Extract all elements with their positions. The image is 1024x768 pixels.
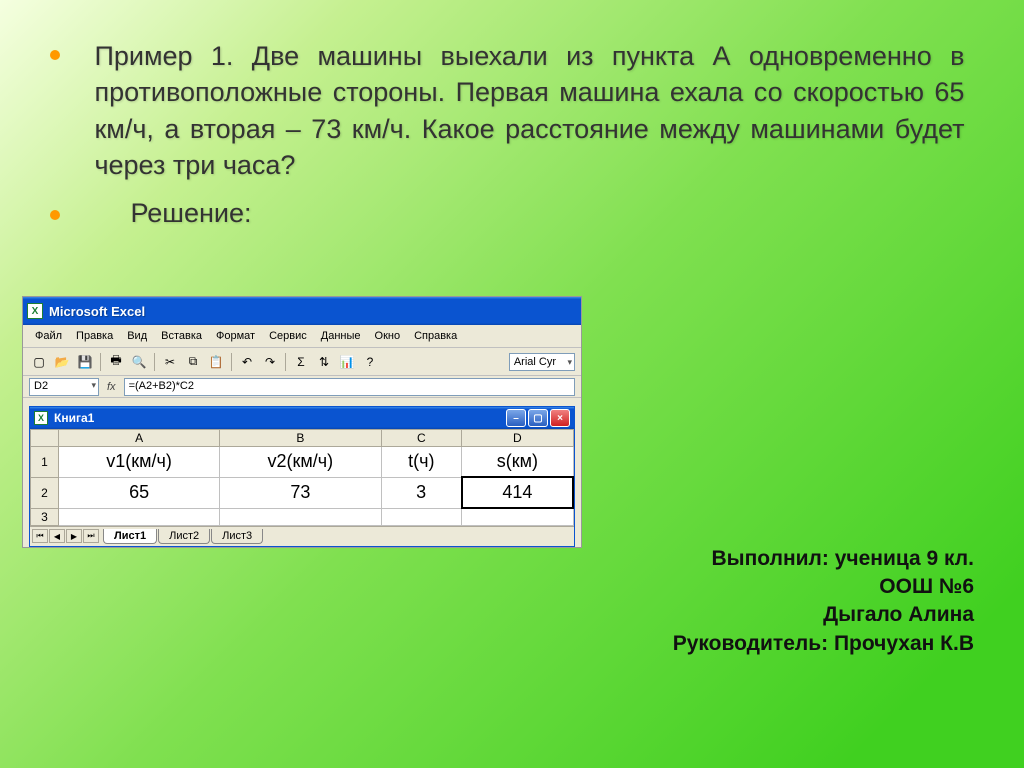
cell-A3[interactable] xyxy=(59,508,220,525)
menu-edit[interactable]: Правка xyxy=(70,328,119,344)
credits-block: Выполнил: ученица 9 кл. ООШ №6 Дыгало Ал… xyxy=(673,545,974,658)
cell-D2[interactable]: 414 xyxy=(462,477,573,508)
name-box[interactable]: D2 xyxy=(29,378,99,396)
workbook-window: X Книга1 – ▢ × A B C D 1 v1(км/ч) xyxy=(29,406,575,547)
tab-nav-first-icon[interactable]: ⏮ xyxy=(32,529,48,543)
cell-B1[interactable]: v2(км/ч) xyxy=(220,447,381,478)
fx-icon[interactable]: fx xyxy=(107,381,116,393)
menu-window[interactable]: Окно xyxy=(369,328,407,344)
tab-nav-next-icon[interactable]: ▶ xyxy=(66,529,82,543)
workbook-title: Книга1 xyxy=(54,411,506,425)
cell-C1[interactable]: t(ч) xyxy=(381,447,462,478)
tab-nav-prev-icon[interactable]: ◀ xyxy=(49,529,65,543)
credit-line-4: Руководитель: Прочухан К.В xyxy=(673,630,974,658)
problem-text: Пример 1. Две машины выехали из пункта А… xyxy=(94,38,964,184)
undo-icon[interactable]: ↶ xyxy=(237,352,257,372)
new-icon[interactable]: ▢ xyxy=(29,352,49,372)
chart-icon[interactable]: 📊 xyxy=(337,352,357,372)
cell-C2[interactable]: 3 xyxy=(381,477,462,508)
col-header-D[interactable]: D xyxy=(462,430,573,447)
sheet-tab-3[interactable]: Лист3 xyxy=(211,529,263,544)
formula-input[interactable]: =(A2+B2)*C2 xyxy=(124,378,575,396)
credit-line-3: Дыгало Алина xyxy=(673,601,974,629)
col-header-A[interactable]: A xyxy=(59,430,220,447)
help-icon[interactable]: ? xyxy=(360,352,380,372)
formula-bar: D2 fx =(A2+B2)*C2 xyxy=(23,376,581,398)
bullet-icon xyxy=(50,50,60,60)
menu-bar: Файл Правка Вид Вставка Формат Сервис Да… xyxy=(23,325,581,348)
menu-data[interactable]: Данные xyxy=(315,328,367,344)
col-header-B[interactable]: B xyxy=(220,430,381,447)
sheet-tab-1[interactable]: Лист1 xyxy=(103,529,157,544)
minimize-icon[interactable]: – xyxy=(506,409,526,427)
menu-view[interactable]: Вид xyxy=(121,328,153,344)
excel-icon: X xyxy=(27,303,43,319)
separator xyxy=(231,353,232,371)
select-all-corner[interactable] xyxy=(31,430,59,447)
cell-A2[interactable]: 65 xyxy=(59,477,220,508)
menu-help[interactable]: Справка xyxy=(408,328,463,344)
print-icon[interactable]: 🖶 xyxy=(106,352,126,372)
sheet-tabs: ⏮ ◀ ▶ ⏭ Лист1 Лист2 Лист3 xyxy=(30,526,574,546)
preview-icon[interactable]: 🔍 xyxy=(129,352,149,372)
copy-icon[interactable]: ⧉ xyxy=(183,352,203,372)
separator xyxy=(154,353,155,371)
separator xyxy=(100,353,101,371)
tab-nav-last-icon[interactable]: ⏭ xyxy=(83,529,99,543)
app-title: Microsoft Excel xyxy=(49,304,577,319)
cell-A1[interactable]: v1(км/ч) xyxy=(59,447,220,478)
save-icon[interactable]: 💾 xyxy=(75,352,95,372)
cell-D3[interactable] xyxy=(462,508,573,525)
open-icon[interactable]: 📂 xyxy=(52,352,72,372)
sum-icon[interactable]: Σ xyxy=(291,352,311,372)
credit-line-2: ООШ №6 xyxy=(673,573,974,601)
separator xyxy=(285,353,286,371)
font-selector[interactable]: Arial Cyr xyxy=(509,353,575,371)
paste-icon[interactable]: 📋 xyxy=(206,352,226,372)
menu-tools[interactable]: Сервис xyxy=(263,328,313,344)
redo-icon[interactable]: ↷ xyxy=(260,352,280,372)
col-header-C[interactable]: C xyxy=(381,430,462,447)
menu-format[interactable]: Формат xyxy=(210,328,261,344)
row-header-1[interactable]: 1 xyxy=(31,447,59,478)
excel-screenshot: X Microsoft Excel Файл Правка Вид Вставк… xyxy=(22,296,582,548)
cell-C3[interactable] xyxy=(381,508,462,525)
solution-label: Решение: xyxy=(130,198,251,229)
sort-icon[interactable]: ⇅ xyxy=(314,352,334,372)
cut-icon[interactable]: ✂ xyxy=(160,352,180,372)
app-titlebar: X Microsoft Excel xyxy=(23,297,581,325)
row-header-2[interactable]: 2 xyxy=(31,477,59,508)
workbook-titlebar: X Книга1 – ▢ × xyxy=(30,407,574,429)
cell-B2[interactable]: 73 xyxy=(220,477,381,508)
cell-B3[interactable] xyxy=(220,508,381,525)
close-icon[interactable]: × xyxy=(550,409,570,427)
excel-icon: X xyxy=(34,411,48,425)
sheet-tab-2[interactable]: Лист2 xyxy=(158,529,210,544)
maximize-icon[interactable]: ▢ xyxy=(528,409,548,427)
row-header-3[interactable]: 3 xyxy=(31,508,59,525)
standard-toolbar: ▢ 📂 💾 🖶 🔍 ✂ ⧉ 📋 ↶ ↷ Σ ⇅ 📊 ? Arial Cyr xyxy=(23,348,581,376)
credit-line-1: Выполнил: ученица 9 кл. xyxy=(673,545,974,573)
menu-insert[interactable]: Вставка xyxy=(155,328,208,344)
menu-file[interactable]: Файл xyxy=(29,328,68,344)
cell-D1[interactable]: s(км) xyxy=(462,447,573,478)
worksheet[interactable]: A B C D 1 v1(км/ч) v2(км/ч) t(ч) s(км) 2… xyxy=(30,429,574,526)
bullet-icon xyxy=(50,210,60,220)
